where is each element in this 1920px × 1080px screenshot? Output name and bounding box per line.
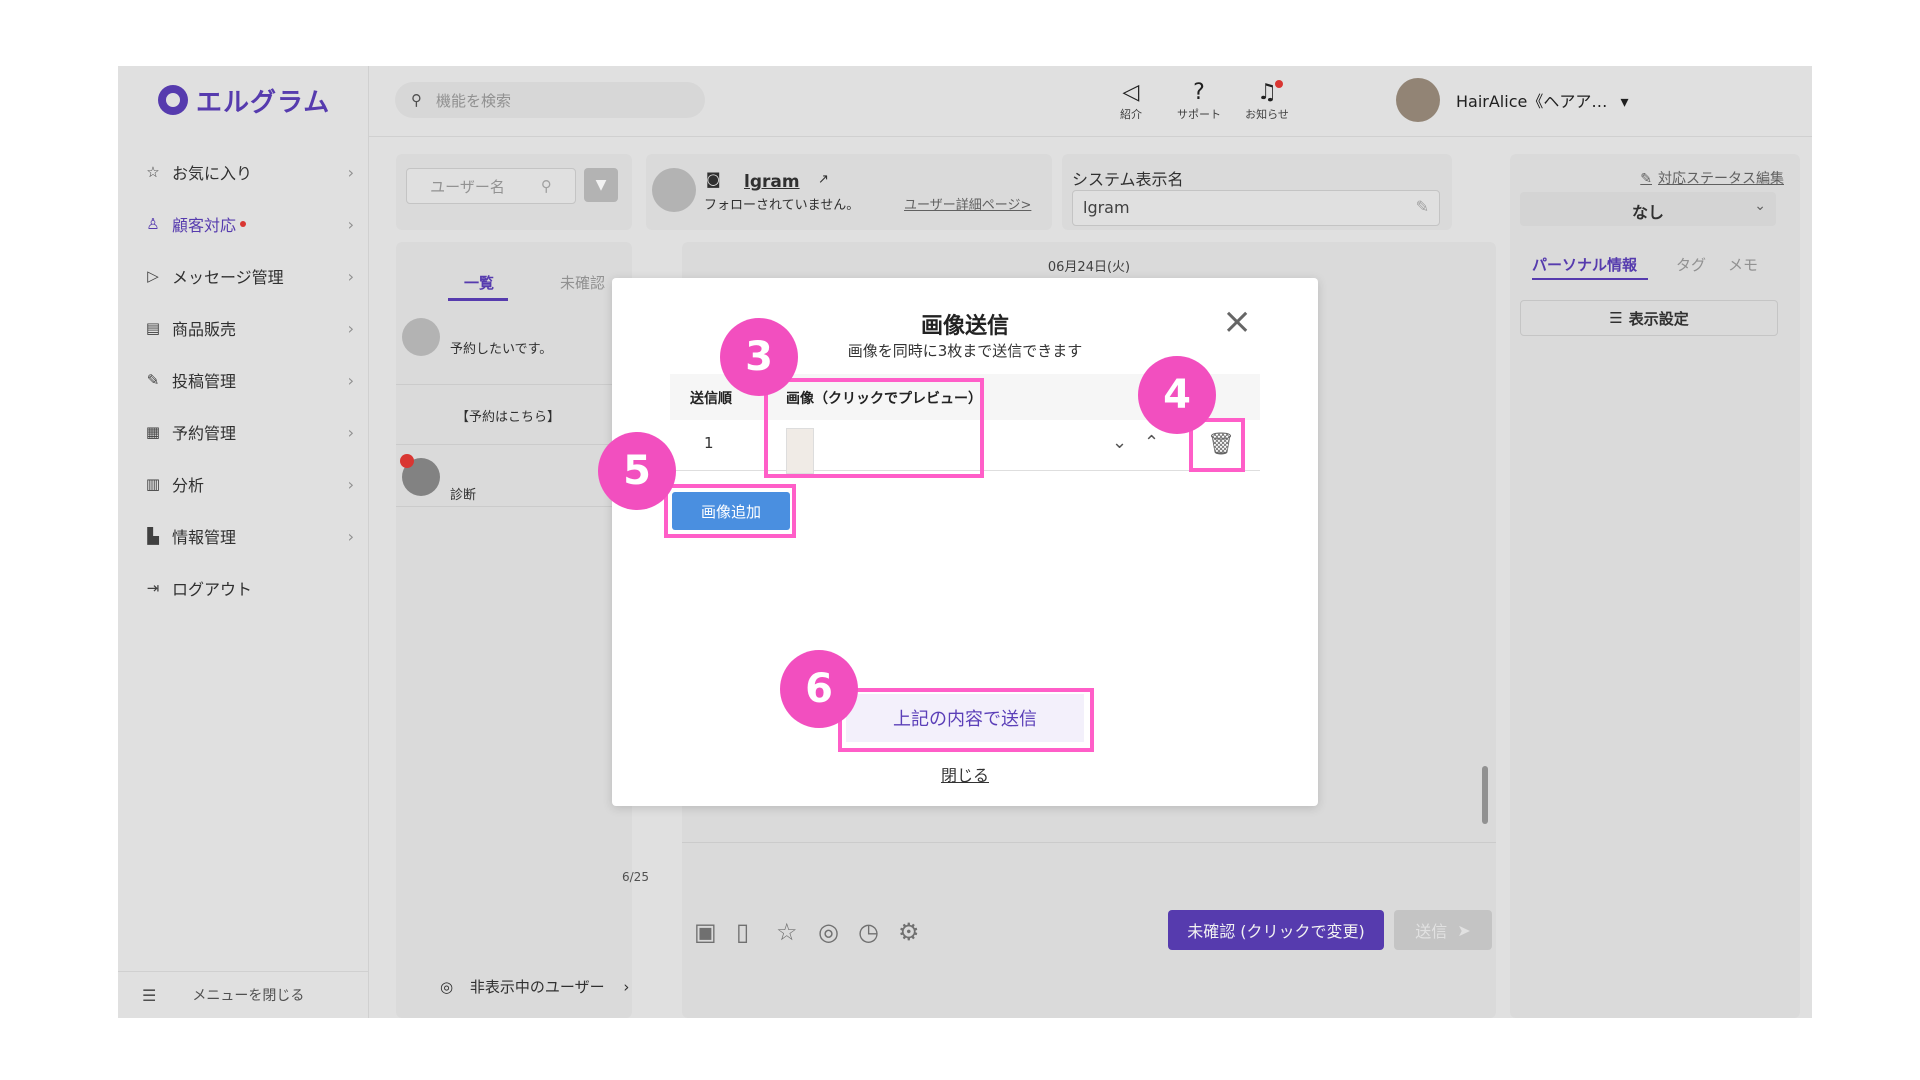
step-badge: 6 (780, 650, 858, 728)
move-down-icon[interactable]: ⌄ (1112, 432, 1127, 453)
move-up-icon[interactable]: ⌃ (1144, 432, 1159, 453)
step-badge: 3 (720, 318, 798, 396)
close-icon[interactable]: × (1222, 304, 1252, 340)
highlight-add-image (664, 484, 796, 538)
step-badge: 4 (1138, 356, 1216, 434)
highlight-image-column (764, 378, 984, 478)
column-send-order: 送信順 (690, 391, 732, 407)
modal-subtitle: 画像を同時に3枚まで送信できます (847, 342, 1083, 360)
row-order: 1 (704, 434, 714, 452)
modal-title: 画像送信 (920, 314, 1009, 339)
highlight-send (838, 688, 1094, 752)
close-link[interactable]: 閉じる (612, 762, 1318, 786)
step-badge: 5 (598, 432, 676, 510)
